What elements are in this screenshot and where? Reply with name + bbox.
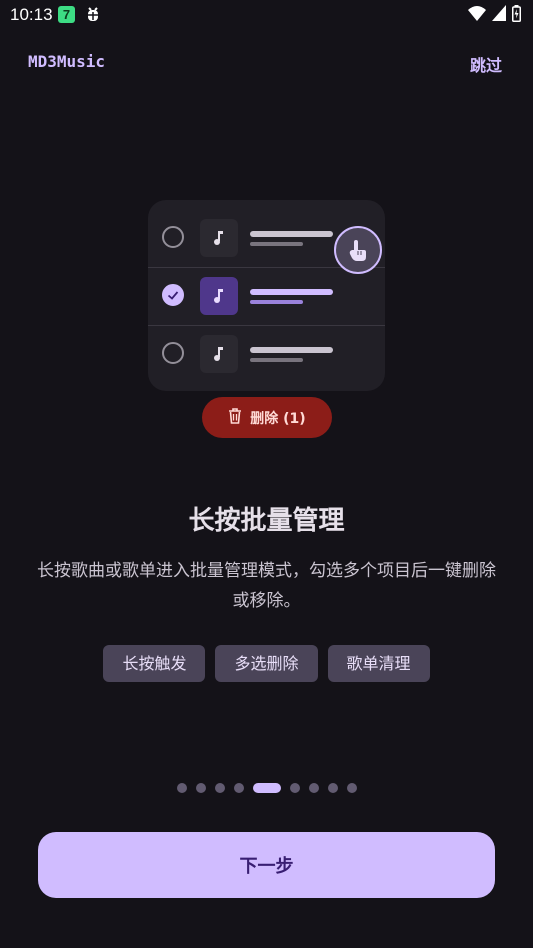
title-placeholder-bar [250, 289, 333, 295]
page-dot [327, 783, 338, 793]
list-item-selected [148, 268, 385, 325]
next-button[interactable]: 下一步 [38, 832, 495, 898]
subtitle-placeholder-bar [250, 358, 303, 362]
batch-select-illustration [148, 200, 385, 391]
subtitle-placeholder-bar [250, 242, 303, 246]
notification-app-icon: 7 [58, 6, 75, 23]
signal-icon [492, 5, 506, 25]
radio-unchecked-icon [162, 342, 184, 364]
delete-label: 删除 (1) [250, 410, 306, 427]
music-note-icon [200, 219, 238, 257]
delete-selected-button: 删除 (1) [202, 397, 332, 438]
page-dot [308, 783, 319, 793]
page-dot [233, 783, 244, 793]
music-note-icon [200, 277, 238, 315]
status-bar: 10:13 7 [0, 0, 533, 30]
page-indicator [0, 783, 533, 793]
status-time: 10:13 [10, 5, 53, 24]
page-title: 长按批量管理 [188, 506, 345, 536]
status-icons [468, 4, 521, 26]
page-dot-active [252, 783, 281, 793]
list-item [148, 326, 385, 383]
trash-icon [228, 407, 242, 428]
feature-chip: 多选删除 [215, 645, 318, 682]
radio-unchecked-icon [162, 226, 184, 248]
page-dot [289, 783, 300, 793]
page-dot [214, 783, 225, 793]
tap-hand-icon [334, 226, 382, 274]
bug-icon [84, 5, 102, 23]
title-placeholder-bar [250, 231, 333, 237]
feature-chips: 长按触发 多选删除 歌单清理 [0, 645, 533, 682]
page-dot [346, 783, 357, 793]
page-description: 长按歌曲或歌单进入批量管理模式，勾选多个项目后一键删除或移除。 [37, 561, 496, 611]
skip-button[interactable]: 跳过 [470, 52, 502, 76]
music-note-icon [200, 335, 238, 373]
app-name: MD3Music [28, 52, 106, 71]
wifi-icon [468, 5, 486, 25]
page-dot [195, 783, 206, 793]
page-dot [176, 783, 187, 793]
check-circle-icon [162, 284, 184, 306]
feature-chip: 歌单清理 [327, 645, 430, 682]
subtitle-placeholder-bar [250, 300, 303, 304]
title-placeholder-bar [250, 347, 333, 353]
feature-chip: 长按触发 [103, 645, 206, 682]
battery-icon [512, 4, 521, 26]
